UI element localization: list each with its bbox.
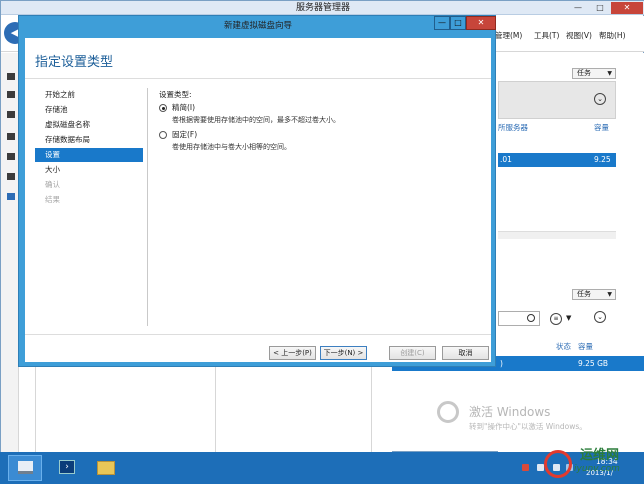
network-icon[interactable]	[537, 464, 544, 471]
radio-thin-desc: 卷根据需要使用存储池中的空间，最多不超过卷大小。	[172, 116, 340, 124]
physical-disks-grid	[19, 364, 392, 454]
next-button[interactable]: 下一步(N) >	[320, 346, 367, 360]
collapse-chevron-icon[interactable]: ⌄	[594, 93, 606, 105]
wizard-title: 新建虚拟磁盘向导	[223, 21, 292, 31]
watermark-url: iyunv.com	[574, 464, 620, 474]
wizard-body: 指定设置类型 开始之前 存储池 虚拟磁盘名称 存储数据布局 设置 大小 确认 结…	[25, 38, 491, 362]
step-size[interactable]: 大小	[35, 163, 143, 177]
new-virtual-disk-wizard: 新建虚拟磁盘向导 — □ ✕ 指定设置类型 开始之前 存储池 虚拟磁盘名称 存储…	[18, 15, 496, 367]
wizard-steps: 开始之前 存储池 虚拟磁盘名称 存储数据布局 设置 大小 确认 结果	[35, 88, 143, 326]
grid-divider	[371, 365, 372, 454]
server-manager-nav	[1, 53, 19, 453]
radio-fixed-label[interactable]: 固定(F)	[172, 129, 197, 140]
radio-fixed-desc: 卷使用存储池中与卷大小相等的空间。	[172, 143, 291, 151]
watermark-logo: 运维网 iyunv.com	[544, 440, 644, 484]
tasks-label: 任务	[577, 69, 591, 77]
wizard-minimize-button[interactable]: —	[434, 16, 450, 30]
folder-icon	[97, 461, 115, 475]
action-center-flag-icon[interactable]	[522, 464, 529, 471]
grid-divider	[215, 365, 216, 454]
chevron-down-icon[interactable]: ▼	[566, 314, 571, 322]
powershell-icon: ›	[59, 460, 75, 474]
dashboard-icon[interactable]	[7, 73, 15, 80]
grid-divider	[35, 365, 36, 454]
row-server: .01	[500, 155, 512, 164]
step-confirmation: 确认	[45, 180, 60, 189]
cancel-button[interactable]: 取消	[442, 346, 489, 360]
server-manager-titlebar: 服务器管理器 — □ ✕	[1, 1, 644, 15]
provisioning-type-label: 设置类型:	[159, 90, 192, 99]
activation-key-icon	[437, 401, 459, 423]
radio-thin-label[interactable]: 精简(I)	[172, 102, 195, 113]
column-header-server[interactable]: 所服务器	[498, 122, 528, 133]
menu-help[interactable]: 帮助(H)	[599, 30, 626, 41]
previous-button[interactable]: < 上一步(P)	[269, 346, 316, 360]
steps-divider	[147, 88, 148, 326]
taskbar-powershell-button[interactable]: ›	[54, 456, 80, 480]
step-storage-layout[interactable]: 存储数据布局	[35, 133, 143, 147]
storage-pools-content: 任务 ▼ ⌄ 所服务器 容量 .01 9.25 G 任务 ▼ ≡ ▼ ⌄ 状态 …	[498, 53, 644, 453]
radio-thin[interactable]	[159, 104, 167, 112]
divider	[25, 78, 491, 79]
tasks-dropdown[interactable]: 任务 ▼	[572, 68, 616, 79]
filter-input[interactable]	[498, 311, 540, 326]
create-button: 创建(C)	[389, 346, 436, 360]
column-header-capacity[interactable]: 容量	[578, 341, 593, 352]
column-header-status[interactable]: 状态	[556, 341, 571, 352]
menu-tools[interactable]: 工具(T)	[534, 30, 559, 41]
step-provisioning[interactable]: 设置	[35, 148, 143, 162]
watermark-name: 运维网	[580, 448, 620, 463]
tasks-label: 任务	[577, 290, 591, 298]
maximize-button[interactable]: □	[589, 2, 611, 14]
wizard-close-button[interactable]: ✕	[466, 16, 496, 30]
row-capacity: 9.25 GB	[578, 359, 609, 368]
watermark-circle-icon	[544, 450, 572, 478]
minimize-button[interactable]: —	[567, 2, 589, 14]
chevron-down-icon: ▼	[607, 291, 612, 298]
activation-desc: 转到"操作中心"以激活 Windows。	[469, 422, 587, 431]
step-storage-pool[interactable]: 存储池	[35, 103, 143, 117]
chevron-down-icon: ▼	[607, 70, 612, 77]
all-servers-icon[interactable]	[7, 111, 15, 118]
divider	[25, 334, 491, 335]
close-button[interactable]: ✕	[611, 2, 643, 14]
collapse-chevron-icon[interactable]: ⌄	[594, 311, 606, 323]
list-options-icon[interactable]: ≡	[550, 313, 562, 325]
storage-icon[interactable]	[7, 173, 15, 180]
local-server-icon[interactable]	[7, 91, 15, 98]
storage-pools-icon[interactable]	[7, 193, 15, 200]
server-manager-title: 服务器管理器	[295, 3, 350, 13]
file-services-icon[interactable]	[7, 133, 15, 140]
radio-fixed[interactable]	[159, 131, 167, 139]
server-manager-icon	[18, 461, 33, 474]
step-before-you-begin[interactable]: 开始之前	[35, 88, 143, 102]
search-icon	[527, 314, 535, 322]
menu-view[interactable]: 视图(V)	[566, 30, 592, 41]
row-capacity: 9.25 G	[594, 155, 611, 178]
taskbar-explorer-button[interactable]	[92, 456, 120, 480]
step-results: 结果	[45, 195, 60, 204]
horizontal-scrollbar[interactable]	[498, 231, 616, 239]
column-header-capacity[interactable]: 容量	[594, 122, 609, 133]
row-server: )	[500, 359, 503, 368]
wizard-maximize-button[interactable]: □	[450, 16, 466, 30]
taskbar-server-manager-button[interactable]	[8, 455, 42, 481]
step-virtual-disk-name[interactable]: 虚拟磁盘名称	[35, 118, 143, 132]
table-row[interactable]: .01 9.25 G	[498, 153, 616, 178]
activation-title: 激活 Windows	[469, 405, 551, 419]
tasks-dropdown-bottom[interactable]: 任务 ▼	[572, 289, 616, 300]
iis-icon[interactable]	[7, 153, 15, 160]
page-title: 指定设置类型	[35, 55, 114, 70]
menu-manage[interactable]: 管理(M)	[495, 30, 522, 41]
